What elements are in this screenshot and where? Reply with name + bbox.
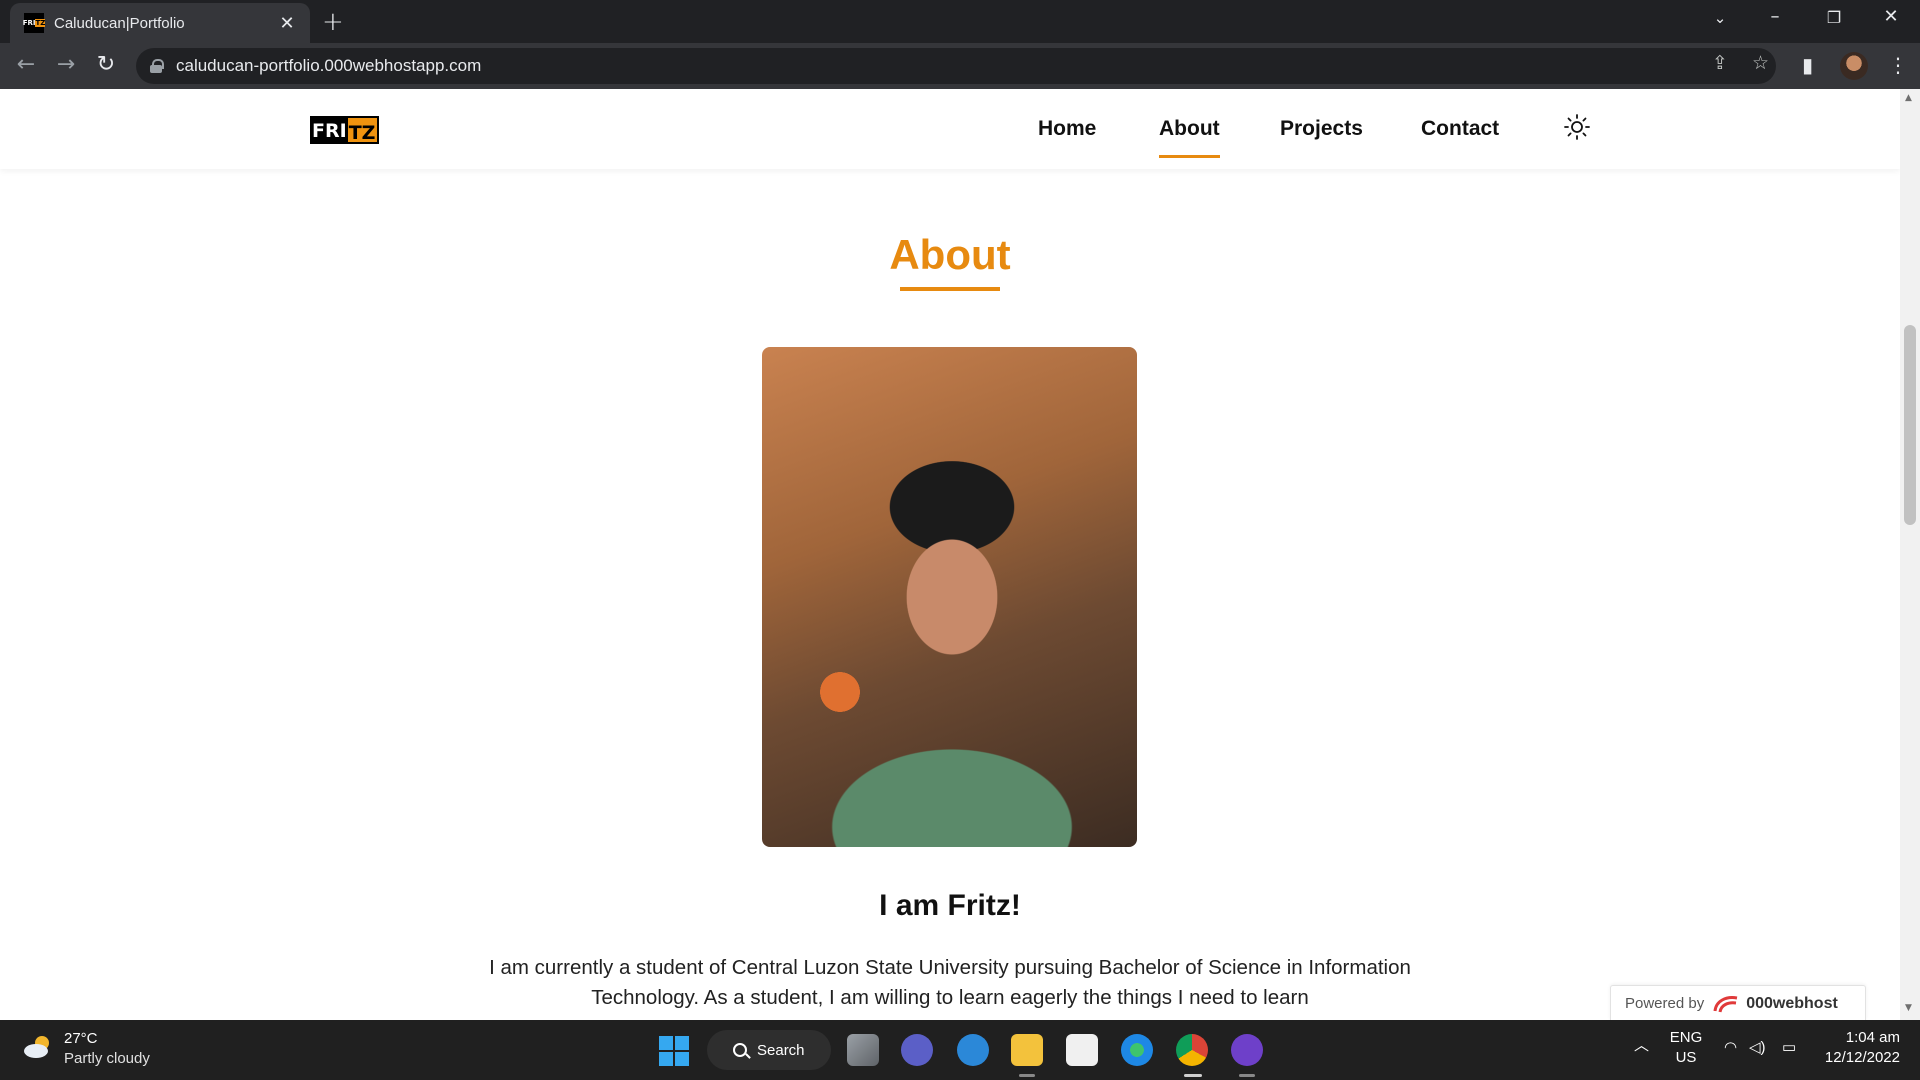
- title-underline: [900, 287, 1000, 291]
- side-panel-icon[interactable]: ▮: [1802, 53, 1813, 77]
- weather-desc[interactable]: Partly cloudy: [64, 1050, 150, 1067]
- file-explorer-active-indicator: [1019, 1074, 1035, 1077]
- weather-partly-cloudy-icon[interactable]: [22, 1032, 56, 1062]
- taskbar: 27°C Partly cloudy Search ︿ ENG US ◠ ◁) …: [0, 1020, 1920, 1080]
- clock[interactable]: 1:04 am 12/12/2022: [1790, 1028, 1900, 1068]
- nav-contact[interactable]: Contact: [1421, 117, 1499, 141]
- lang-line2: US: [1675, 1049, 1697, 1066]
- browser-toolbar: ← → ↻ caluducan-portfolio.000webhostapp.…: [0, 43, 1920, 89]
- sun-theme-toggle-icon[interactable]: [1563, 113, 1591, 141]
- taskbar-search[interactable]: Search: [707, 1030, 831, 1070]
- powered-by-brand: 000webhost: [1746, 994, 1838, 1012]
- nav-projects[interactable]: Projects: [1280, 117, 1363, 141]
- profile-avatar[interactable]: [1840, 52, 1868, 80]
- github-desktop-icon[interactable]: [1231, 1034, 1263, 1066]
- weather-temp[interactable]: 27°C: [64, 1030, 98, 1047]
- browser-tab[interactable]: FRI TZ Caluducan|Portfolio ✕: [10, 3, 310, 43]
- nav-home[interactable]: Home: [1038, 117, 1096, 141]
- task-view-icon[interactable]: [847, 1034, 879, 1066]
- page-scrollbar[interactable]: ▲ ▼: [1900, 89, 1920, 1020]
- wifi-icon[interactable]: ◠: [1724, 1038, 1737, 1058]
- url-text[interactable]: caluducan-portfolio.000webhostapp.com: [176, 56, 481, 76]
- scroll-up-icon[interactable]: ▲: [1905, 93, 1912, 103]
- get-help-icon[interactable]: [957, 1034, 989, 1066]
- back-icon[interactable]: ←: [12, 52, 40, 77]
- scroll-thumb[interactable]: [1904, 325, 1916, 525]
- teams-chat-icon[interactable]: [901, 1034, 933, 1066]
- tab-title: Caluducan|Portfolio: [54, 14, 185, 32]
- profile-photo: [762, 347, 1137, 847]
- address-bar[interactable]: caluducan-portfolio.000webhostapp.com: [136, 48, 1776, 84]
- favicon-text-a: FRI: [22, 19, 36, 27]
- tab-search-icon[interactable]: ⌄: [1700, 9, 1740, 27]
- lock-icon[interactable]: [150, 59, 164, 73]
- about-heading: I am Fritz!: [879, 889, 1021, 922]
- restore-icon[interactable]: ❐: [1814, 8, 1854, 27]
- chrome-active-indicator: [1184, 1074, 1202, 1077]
- nav-about[interactable]: About: [1159, 117, 1220, 141]
- site-logo[interactable]: FRI TZ: [310, 116, 380, 144]
- volume-icon[interactable]: ◁): [1749, 1038, 1766, 1058]
- show-hidden-icons-chevron-icon[interactable]: ︿: [1634, 1036, 1649, 1056]
- clock-time: 1:04 am: [1845, 1029, 1900, 1046]
- clock-date: 12/12/2022: [1824, 1049, 1900, 1066]
- scroll-down-icon[interactable]: ▼: [1905, 1003, 1912, 1013]
- about-paragraph: I am currently a student of Central Luzo…: [489, 956, 1411, 1009]
- browser-tab-strip: FRI TZ Caluducan|Portfolio ✕ + ⌄ – ❐ ✕: [0, 0, 1920, 43]
- site-header: FRI TZ Home About Projects Contact: [0, 89, 1900, 169]
- chrome-browser-icon[interactable]: [1176, 1034, 1208, 1066]
- section-title: About: [889, 231, 1011, 278]
- menu-kebab-icon[interactable]: ⋮: [1888, 53, 1908, 77]
- favicon-icon: FRI TZ: [22, 13, 46, 33]
- powered-by-badge[interactable]: Powered by 000webhost: [1610, 985, 1866, 1020]
- lang-line1: ENG: [1669, 1029, 1703, 1046]
- microsoft-store-icon[interactable]: [1066, 1034, 1098, 1066]
- github-active-indicator: [1239, 1074, 1255, 1077]
- file-explorer-icon[interactable]: [1011, 1034, 1043, 1066]
- search-icon: [733, 1043, 747, 1057]
- bookmark-star-icon[interactable]: ☆: [1752, 52, 1769, 74]
- close-window-icon[interactable]: ✕: [1871, 6, 1911, 27]
- active-nav-indicator: [1159, 155, 1220, 158]
- logo-text-b: TZ: [347, 116, 380, 144]
- forward-icon[interactable]: →: [52, 52, 80, 77]
- favicon-text-b: TZ: [35, 19, 46, 27]
- share-icon[interactable]: ⇪: [1712, 52, 1728, 74]
- start-windows-icon[interactable]: [659, 1036, 689, 1066]
- powered-by-label: Powered by: [1625, 995, 1705, 1012]
- language-indicator[interactable]: ENG US: [1668, 1028, 1704, 1068]
- edge-browser-icon[interactable]: [1121, 1034, 1153, 1066]
- minimize-icon[interactable]: –: [1755, 6, 1795, 27]
- logo-text-a: FRI: [310, 116, 348, 144]
- new-tab-icon[interactable]: +: [322, 7, 344, 37]
- reload-icon[interactable]: ↻: [92, 52, 120, 77]
- tab-close-icon[interactable]: ✕: [276, 13, 298, 34]
- taskbar-search-label: Search: [757, 1041, 805, 1059]
- page-viewport: FRI TZ Home About Projects Contact About …: [0, 89, 1920, 1020]
- 000webhost-logo-icon: [1713, 995, 1738, 1012]
